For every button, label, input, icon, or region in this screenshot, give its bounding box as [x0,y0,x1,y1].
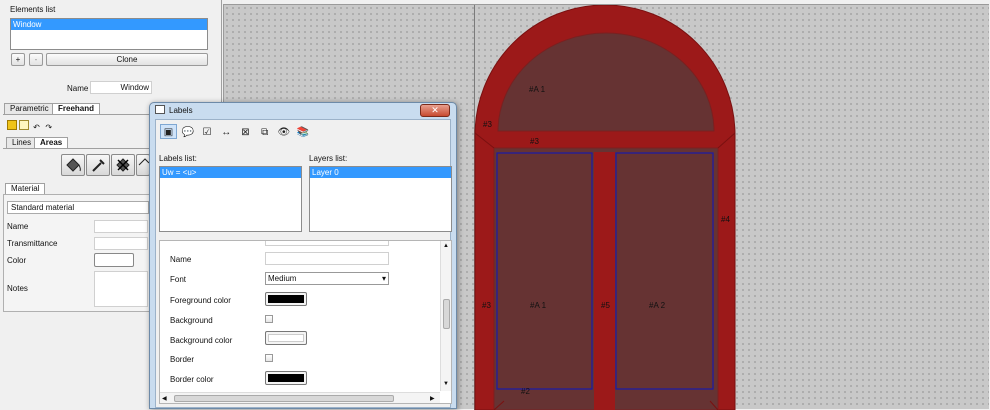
screen-label-icon[interactable]: ▣ [160,124,177,139]
chevron-down-icon: ▾ [381,274,386,283]
label-2: #2 [521,387,530,396]
prop-border-color-label: Border color [170,375,214,384]
speech-bubble-icon[interactable]: 💬 [179,125,196,140]
border-checkbox[interactable] [265,354,273,362]
label-a1-top: #A 1 [529,85,546,94]
prop-background-label: Background [170,316,213,325]
foreground-color-swatch[interactable] [265,292,307,306]
properties-panel[interactable]: Name Font Medium ▾ Foreground color Back… [159,240,452,404]
scroll-down-icon[interactable]: ▼ [443,381,449,387]
library-icon[interactable]: 📚 [295,125,312,140]
material-name-label: Name [7,222,29,231]
redo-icon[interactable]: ↷ [44,123,54,133]
horizontal-scrollbar[interactable]: ◀ ▶ [160,392,440,403]
horizontal-scroll-thumb[interactable] [174,395,394,402]
add-element-button[interactable]: + [11,53,25,66]
prop-border-label: Border [170,355,195,364]
close-button[interactable]: ✕ [420,104,450,117]
elements-list[interactable]: Window [10,18,208,50]
layers-list-item[interactable]: Layer 0 [310,167,451,178]
layers-list[interactable]: Layer 0 [309,166,452,232]
border-color-swatch[interactable] [265,371,307,385]
labels-list[interactable]: Uw = <u> [159,166,302,232]
scroll-right-icon[interactable]: ▶ [430,395,435,402]
material-color-swatch[interactable] [94,253,134,267]
delete-all-labels-icon[interactable]: ⧉ [256,125,273,140]
undo-icon[interactable]: ↶ [31,123,41,133]
prop-bg-color-label: Background color [170,336,233,345]
label-3-left: #3 [482,301,491,310]
new-document-icon[interactable] [19,120,30,130]
delete-label-icon[interactable]: ⊠ [237,125,254,140]
prop-font-label: Font [170,275,187,284]
label-name-field[interactable] [265,252,389,265]
label-a1-mid: #A 1 [530,301,547,310]
transmittance-field[interactable] [94,237,148,250]
pane-left [496,152,593,390]
label-3-center: #3 [530,137,539,146]
tab-material[interactable]: Material [5,183,46,194]
vertical-scrollbar[interactable]: ▲ ▼ [440,241,451,391]
notes-label: Notes [7,284,28,293]
elements-list-item[interactable]: Window [11,19,207,30]
label-a2: #A 2 [649,301,666,310]
color-label: Color [7,256,27,265]
paint-bucket-icon[interactable] [61,154,85,176]
font-select-value: Medium [268,274,297,283]
remove-element-button[interactable]: - [29,53,43,66]
dimension-bubble-icon[interactable]: ↔ [218,125,235,140]
scroll-left-icon[interactable]: ◀ [162,395,167,402]
dialog-icon [155,105,165,114]
check-bubble-icon[interactable]: ☑ [198,125,215,140]
material-name-field[interactable] [94,220,148,233]
material-select[interactable]: Standard material [7,201,149,214]
tab-freehand[interactable]: Freehand [52,103,101,114]
dialog-title: Labels [169,106,193,115]
clear-fill-icon[interactable] [111,154,135,176]
notes-field[interactable] [94,271,148,307]
folder-icon[interactable] [7,120,17,130]
eyedropper-icon[interactable] [86,154,110,176]
transmittance-label: Transmittance [7,239,58,248]
labels-list-item[interactable]: Uw = <u> [160,167,301,178]
labels-dialog: Labels ✕ ▣ 💬 ☑ ↔ ⊠ ⧉ 👁 📚 Labels list: Uw… [149,102,457,409]
tab-parametric[interactable]: Parametric [4,103,55,114]
visibility-icon[interactable]: 👁 [275,125,292,140]
background-checkbox[interactable] [265,315,273,323]
layers-list-title: Layers list: [309,154,348,163]
name-label: Name [67,84,89,93]
tab-areas[interactable]: Areas [34,137,69,148]
scroll-up-icon[interactable]: ▲ [443,243,449,249]
labels-list-title: Labels list: [159,154,197,163]
prop-name-label: Name [170,255,192,264]
background-color-swatch[interactable] [265,331,307,345]
fill-all-icon[interactable] [136,154,150,176]
label-4: #4 [721,215,730,224]
pane-right [615,152,714,390]
font-select[interactable]: Medium ▾ [265,272,389,285]
mullion [594,152,615,410]
hidden-field-top [265,241,389,246]
element-name-field[interactable]: Window [90,81,152,94]
elements-list-title: Elements list [10,5,56,14]
label-3-left-top: #3 [483,120,492,129]
label-5: #5 [601,301,610,310]
dialog-body: ▣ 💬 ☑ ↔ ⊠ ⧉ 👁 📚 Labels list: Uw = <u> La… [155,119,452,408]
prop-fg-color-label: Foreground color [170,296,231,305]
tab-lines[interactable]: Lines [6,137,38,148]
clone-button[interactable]: Clone [46,53,208,66]
vertical-scroll-thumb[interactable] [443,299,450,329]
